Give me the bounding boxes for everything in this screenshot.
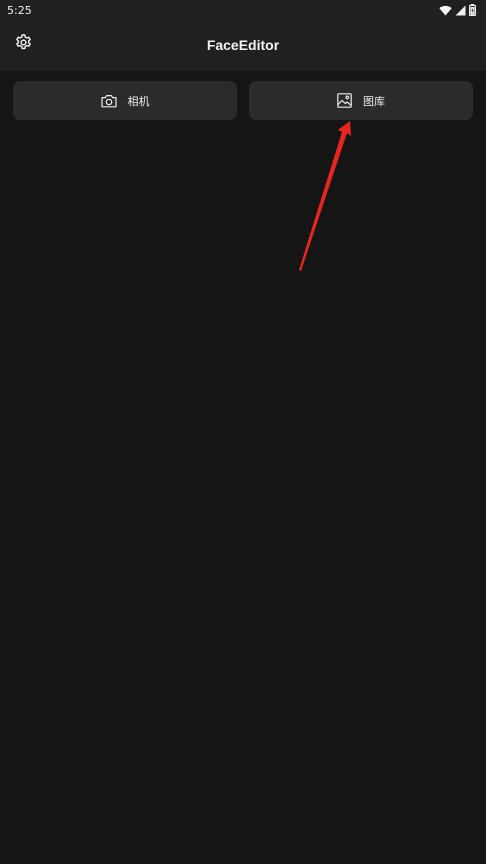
wifi-icon [439, 5, 452, 16]
app-title: FaceEditor [206, 37, 280, 53]
camera-icon [100, 94, 117, 108]
camera-button-label: 相机 [127, 94, 150, 108]
gallery-button-label: 图库 [363, 94, 385, 108]
battery-icon [469, 4, 476, 16]
source-button-row: 相机 图库 [13, 81, 473, 120]
status-time: 5:25 [7, 3, 32, 17]
gallery-button[interactable]: 图库 [249, 81, 473, 120]
status-icons [439, 0, 476, 20]
app-bar: FaceEditor [0, 20, 486, 71]
camera-button[interactable]: 相机 [13, 81, 237, 120]
status-bar: 5:25 [0, 0, 486, 20]
signal-icon [455, 5, 466, 16]
annotation-arrow [299, 121, 351, 271]
image-icon [337, 93, 352, 108]
app-screen: 5:25 FaceEditor 相机 图库 [0, 0, 486, 864]
